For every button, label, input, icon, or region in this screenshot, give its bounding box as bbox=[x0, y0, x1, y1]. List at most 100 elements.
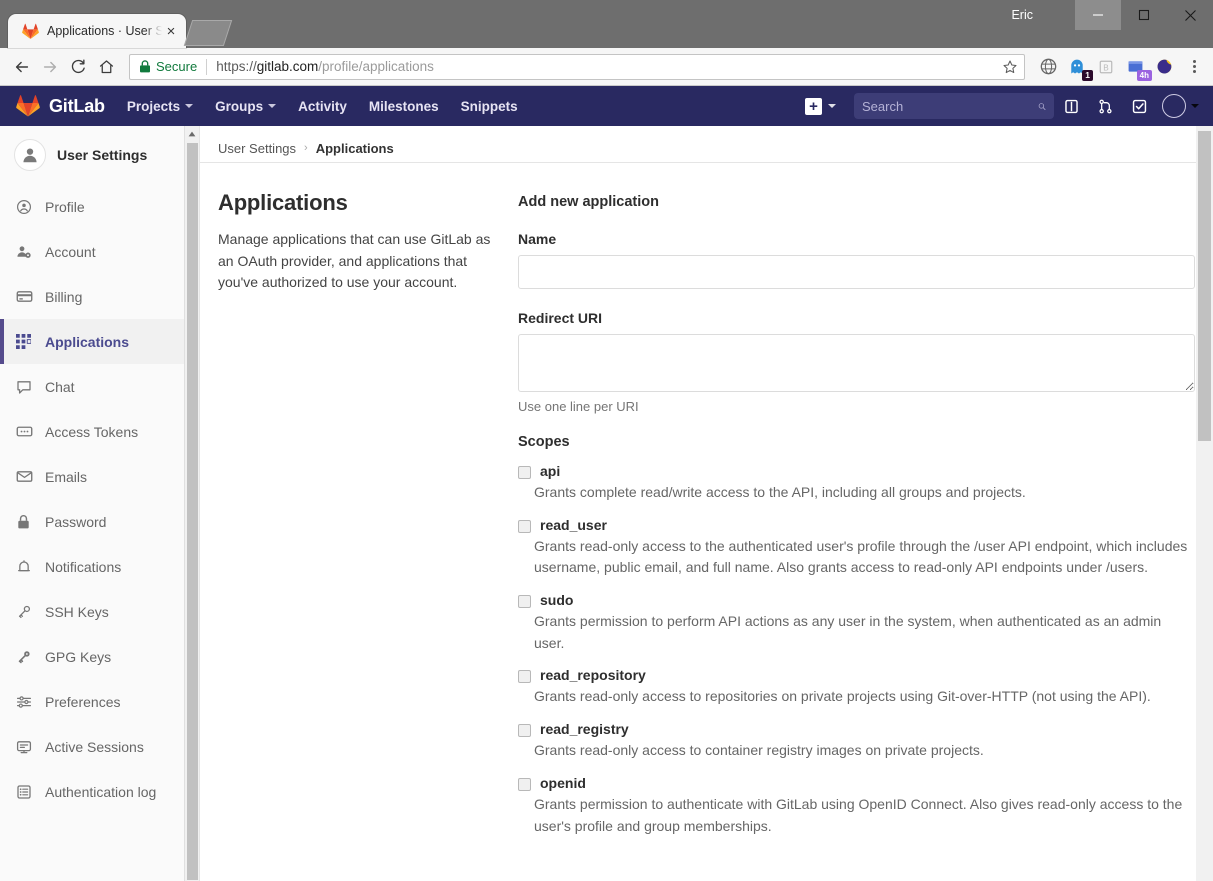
sidebar-header[interactable]: User Settings bbox=[0, 126, 199, 184]
scope-row-read-registry: read_registry Grants read-only access to… bbox=[518, 721, 1195, 762]
sidebar-item-applications[interactable]: Applications bbox=[0, 319, 199, 364]
svg-text:B: B bbox=[1103, 63, 1109, 72]
close-icon[interactable] bbox=[1167, 0, 1213, 30]
nav-link-projects[interactable]: Projects bbox=[127, 99, 193, 114]
scope-row-openid: openid Grants permission to authenticate… bbox=[518, 775, 1195, 837]
sidebar-item-billing[interactable]: Billing bbox=[0, 274, 199, 319]
sidebar-item-emails[interactable]: Emails bbox=[0, 454, 199, 499]
nav-link-label: Groups bbox=[215, 99, 263, 114]
home-icon[interactable] bbox=[92, 53, 120, 81]
globe-extension-icon[interactable] bbox=[1035, 54, 1061, 80]
sidebar-item-label: Account bbox=[45, 244, 96, 260]
scope-name: read_user bbox=[540, 517, 607, 533]
scope-header: read_repository bbox=[518, 667, 1195, 683]
new-tab-button[interactable] bbox=[184, 20, 232, 46]
nav-link-label: Milestones bbox=[369, 99, 439, 114]
scope-checkbox-api[interactable] bbox=[518, 466, 531, 479]
sidebar-scrollbar-thumb[interactable] bbox=[187, 143, 198, 880]
new-item-button[interactable]: + bbox=[805, 98, 836, 115]
scope-description: Grants complete read/write access to the… bbox=[518, 482, 1195, 504]
main-content: User Settings › Applications Application… bbox=[200, 126, 1213, 881]
scope-checkbox-read-repository[interactable] bbox=[518, 670, 531, 683]
minimize-icon[interactable] bbox=[1075, 0, 1121, 30]
scope-header: openid bbox=[518, 775, 1195, 791]
chevron-down-icon bbox=[1191, 104, 1199, 108]
scope-description: Grants permission to perform API actions… bbox=[518, 611, 1195, 654]
main-scrollbar[interactable] bbox=[1196, 126, 1213, 881]
ghost-extension-icon[interactable]: 1 bbox=[1064, 54, 1090, 80]
scope-checkbox-read-user[interactable] bbox=[518, 520, 531, 533]
nav-link-groups[interactable]: Groups bbox=[215, 99, 276, 114]
star-icon[interactable] bbox=[1002, 59, 1018, 75]
sidebar-item-chat[interactable]: Chat bbox=[0, 364, 199, 409]
scope-checkbox-sudo[interactable] bbox=[518, 595, 531, 608]
redirect-uri-input[interactable] bbox=[518, 334, 1195, 392]
user-menu[interactable] bbox=[1162, 94, 1199, 118]
search-box[interactable] bbox=[854, 93, 1054, 119]
name-input[interactable] bbox=[518, 255, 1195, 289]
tab-close-icon[interactable]: × bbox=[162, 22, 180, 40]
scope-checkbox-openid[interactable] bbox=[518, 778, 531, 791]
sidebar-item-notifications[interactable]: Notifications bbox=[0, 544, 199, 589]
forward-arrow-icon[interactable] bbox=[36, 53, 64, 81]
sidebar-item-profile[interactable]: Profile bbox=[0, 184, 199, 229]
address-bar[interactable]: Secure https://gitlab.com/profile/applic… bbox=[129, 54, 1025, 80]
sidebar-item-label: Access Tokens bbox=[45, 424, 138, 440]
main-scrollbar-thumb[interactable] bbox=[1198, 131, 1211, 441]
todos-icon[interactable] bbox=[1122, 89, 1156, 123]
sidebar-item-account[interactable]: Account bbox=[0, 229, 199, 274]
moon-extension-icon[interactable] bbox=[1151, 54, 1177, 80]
search-icon bbox=[1038, 99, 1046, 114]
scope-header: api bbox=[518, 463, 1195, 479]
extension-badge: 4h bbox=[1137, 70, 1152, 81]
sidebar-scrollbar[interactable] bbox=[184, 126, 199, 881]
scope-description: Grants read-only access to container reg… bbox=[518, 740, 1195, 762]
sidebar-item-access-tokens[interactable]: Access Tokens bbox=[0, 409, 199, 454]
three-dot-menu-icon[interactable] bbox=[1183, 60, 1205, 73]
sidebar-item-password[interactable]: Password bbox=[0, 499, 199, 544]
avatar bbox=[1162, 94, 1186, 118]
browser-tab[interactable]: Applications · User Settin × bbox=[8, 14, 186, 48]
issues-icon[interactable] bbox=[1054, 89, 1088, 123]
monitor-icon bbox=[16, 739, 38, 755]
back-arrow-icon[interactable] bbox=[8, 53, 36, 81]
chevron-down-icon bbox=[185, 104, 193, 108]
scope-checkbox-read-registry[interactable] bbox=[518, 724, 531, 737]
bell-icon bbox=[16, 559, 38, 575]
sidebar-item-label: Notifications bbox=[45, 559, 121, 575]
reload-icon[interactable] bbox=[64, 53, 92, 81]
sidebar-item-preferences[interactable]: Preferences bbox=[0, 679, 199, 724]
scope-name: api bbox=[540, 463, 560, 479]
url-path: /profile/applications bbox=[318, 59, 434, 74]
gitlab-favicon bbox=[22, 23, 39, 40]
nav-link-snippets[interactable]: Snippets bbox=[461, 99, 518, 114]
sidebar-item-label: Emails bbox=[45, 469, 87, 485]
extension-badge: 1 bbox=[1082, 70, 1093, 81]
url-host: gitlab.com bbox=[257, 59, 319, 74]
breadcrumb-parent[interactable]: User Settings bbox=[218, 141, 296, 156]
sidebar-item-active-sessions[interactable]: Active Sessions bbox=[0, 724, 199, 769]
scope-description: Grants read-only access to the authentic… bbox=[518, 536, 1195, 579]
add-application-form: Add new application Name Redirect URI Us… bbox=[518, 190, 1195, 837]
search-input[interactable] bbox=[862, 99, 1038, 114]
b-extension-icon[interactable]: B bbox=[1093, 54, 1119, 80]
window-extension-icon[interactable]: 4h bbox=[1122, 54, 1148, 80]
content-inner: User Settings › Applications Application… bbox=[200, 126, 1213, 837]
nav-link-label: Projects bbox=[127, 99, 180, 114]
nav-link-label: Activity bbox=[298, 99, 347, 114]
merge-requests-icon[interactable] bbox=[1088, 89, 1122, 123]
navbar-right: + bbox=[805, 89, 1213, 123]
user-avatar-icon bbox=[14, 139, 46, 171]
name-label: Name bbox=[518, 231, 1195, 247]
sidebar-item-ssh-keys[interactable]: SSH Keys bbox=[0, 589, 199, 634]
sidebar-item-gpg-keys[interactable]: GPG Keys bbox=[0, 634, 199, 679]
maximize-icon[interactable] bbox=[1121, 0, 1167, 30]
gitlab-logo[interactable]: GitLab bbox=[16, 94, 105, 118]
scope-name: sudo bbox=[540, 592, 573, 608]
applications-grid-icon bbox=[16, 334, 38, 349]
nav-link-milestones[interactable]: Milestones bbox=[369, 99, 439, 114]
sidebar-scroll-up-button[interactable] bbox=[185, 126, 199, 141]
nav-link-activity[interactable]: Activity bbox=[298, 99, 347, 114]
sidebar: User Settings Profile Account Billing bbox=[0, 126, 200, 881]
sidebar-item-authentication-log[interactable]: Authentication log bbox=[0, 769, 199, 814]
